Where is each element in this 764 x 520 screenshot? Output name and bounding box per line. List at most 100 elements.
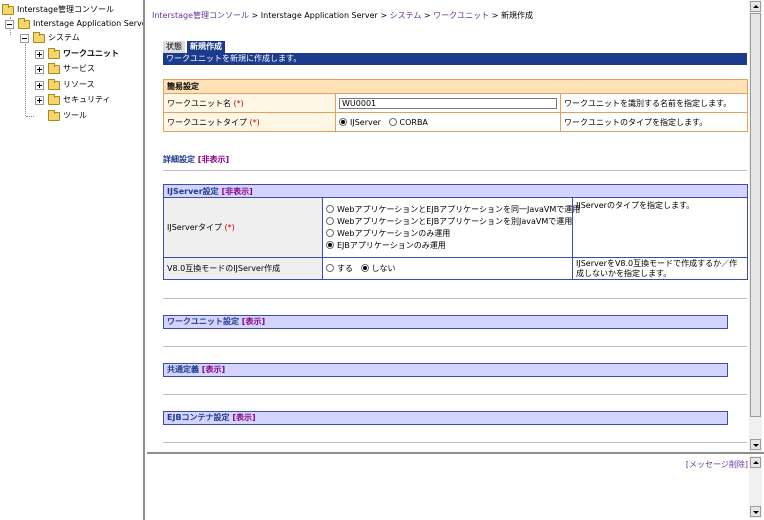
- radio-option-compat-yes[interactable]: する: [326, 264, 353, 273]
- tree-root-label: Interstage管理コンソール: [17, 5, 114, 14]
- expand-plus-icon[interactable]: [35, 81, 44, 90]
- clear-messages-link[interactable]: [メッセージ削除]: [686, 459, 748, 470]
- workunit-type-desc: ワークユニットのタイプを指定します。: [560, 112, 748, 132]
- folder-icon: [48, 110, 60, 121]
- radio-icon[interactable]: [326, 228, 334, 237]
- simple-settings-table: 簡易設定 ワークユニット名 (*) WU0001 ワークユニットを識別する名前を…: [163, 79, 748, 132]
- section-toggle[interactable]: [表示]: [232, 413, 255, 422]
- breadcrumb: Interstage管理コンソール > Interstage Applicati…: [152, 10, 533, 21]
- section-title: 共通定義: [167, 365, 199, 374]
- ijserver-settings-table: IJServer設定 [非表示] IJServerタイプ (*) Webアプリケ…: [162, 184, 749, 280]
- breadcrumb-separator: >: [377, 11, 390, 20]
- radio-icon[interactable]: [339, 117, 347, 126]
- message-scrollbar[interactable]: [749, 456, 762, 518]
- compat-mode-label: V8.0互換モードのIJServer作成: [163, 257, 323, 280]
- divider: [163, 394, 747, 395]
- required-mark: (*): [249, 117, 260, 127]
- divider: [163, 346, 747, 347]
- radio-icon[interactable]: [326, 264, 334, 272]
- scroll-down-arrow-icon[interactable]: [750, 506, 761, 517]
- radio-option-separate-jvm[interactable]: WebアプリケーションとEJBアプリケーションを別JavaVMで運用: [326, 216, 573, 228]
- app-window: Interstage管理コンソール Interstage Application…: [0, 0, 764, 520]
- workunit-type-label: ワークユニットタイプ: [167, 117, 247, 127]
- workunit-type-options: IJServer CORBA: [335, 112, 561, 132]
- ijserver-settings-header: IJServer設定 [非表示]: [162, 184, 749, 198]
- radio-option-compat-no[interactable]: しない: [360, 264, 396, 273]
- section-toggle[interactable]: [表示]: [202, 365, 225, 374]
- breadcrumb-current: 新規作成: [500, 11, 533, 20]
- ijserver-settings-toggle[interactable]: [非表示]: [221, 187, 252, 196]
- breadcrumb-link-console[interactable]: Interstage管理コンソール: [152, 11, 249, 20]
- breadcrumb-link-workunit[interactable]: ワークユニット: [433, 11, 489, 20]
- ijserver-settings-title: IJServer設定: [167, 186, 219, 196]
- radio-icon[interactable]: [326, 240, 334, 249]
- radio-option-web-only[interactable]: Webアプリケーションのみ運用: [326, 228, 569, 240]
- scroll-down-arrow-icon[interactable]: [750, 439, 761, 450]
- radio-icon[interactable]: [360, 264, 369, 272]
- radio-label: IJServer: [350, 117, 381, 127]
- radio-option-corba[interactable]: CORBA: [388, 117, 428, 127]
- section-toggle[interactable]: [表示]: [242, 317, 265, 326]
- collapse-minus-icon[interactable]: [5, 20, 14, 29]
- folder-icon: [18, 18, 30, 29]
- divider: [163, 298, 747, 299]
- main-scrollbar[interactable]: [749, 0, 762, 452]
- tab-create[interactable]: 新規作成: [187, 41, 225, 53]
- collapse-minus-icon[interactable]: [20, 34, 29, 43]
- expand-plus-icon[interactable]: [35, 65, 44, 74]
- divider: [163, 442, 747, 443]
- tree-connector: [25, 44, 26, 116]
- radio-icon[interactable]: [326, 216, 334, 225]
- radio-label: EJBアプリケーションのみ運用: [337, 240, 446, 250]
- radio-label: WebアプリケーションとEJBアプリケーションを別JavaVMで運用: [337, 216, 573, 226]
- breadcrumb-link-system[interactable]: システム: [390, 11, 422, 20]
- radio-icon[interactable]: [388, 117, 397, 126]
- breadcrumb-separator: >: [489, 11, 501, 20]
- tab-strip: 状態 新規作成: [163, 41, 227, 53]
- detail-settings-label: 詳細設定: [163, 155, 195, 164]
- ijserver-type-label: IJServerタイプ: [167, 223, 222, 232]
- required-mark: (*): [224, 223, 235, 232]
- tree-item-label: ツール: [63, 111, 87, 120]
- required-mark: (*): [233, 98, 244, 108]
- radio-label: Webアプリケーションのみ運用: [337, 228, 451, 238]
- simple-settings-title: 簡易設定: [163, 79, 748, 94]
- divider: [163, 170, 747, 171]
- radio-label: する: [337, 264, 353, 273]
- workunit-name-input[interactable]: WU0001: [339, 97, 557, 109]
- workunit-name-input-cell: WU0001: [335, 93, 561, 113]
- folder-icon: [48, 63, 60, 74]
- workunit-settings-section: ワークユニット設定 [表示]: [163, 315, 728, 329]
- breadcrumb-server: Interstage Application Server: [260, 11, 378, 20]
- tab-status[interactable]: 状態: [163, 41, 185, 53]
- tree-server-label: Interstage Application Server: [33, 19, 145, 28]
- radio-option-same-jvm[interactable]: WebアプリケーションとEJBアプリケーションを同一JavaVMで運用: [326, 204, 580, 216]
- ijserver-type-options: WebアプリケーションとEJBアプリケーションを同一JavaVMで運用 Webア…: [322, 197, 580, 258]
- scroll-up-arrow-icon[interactable]: [750, 457, 761, 468]
- radio-option-ijserver[interactable]: IJServer: [339, 117, 381, 127]
- workunit-name-desc: ワークユニットを識別する名前を指定します。: [560, 93, 748, 113]
- scroll-up-arrow-icon[interactable]: [750, 1, 761, 12]
- scrollbar-thumb[interactable]: [750, 13, 761, 417]
- tree-item-label: ワークユニット: [63, 49, 119, 58]
- ejb-container-settings-section: EJBコンテナ設定 [表示]: [163, 411, 728, 425]
- section-title: EJBコンテナ設定: [167, 413, 230, 422]
- expand-plus-icon[interactable]: [35, 50, 44, 59]
- folder-icon: [48, 79, 60, 90]
- tree-system-label: システム: [48, 33, 80, 42]
- common-definitions-section: 共通定義 [表示]: [163, 363, 728, 377]
- radio-label: WebアプリケーションとEJBアプリケーションを同一JavaVMで運用: [337, 204, 581, 214]
- radio-icon[interactable]: [326, 204, 334, 213]
- main-content: Interstage管理コンソール > Interstage Applicati…: [147, 0, 764, 452]
- folder-icon: [48, 48, 60, 59]
- radio-label: CORBA: [399, 117, 428, 127]
- navigation-tree: Interstage管理コンソール Interstage Application…: [0, 0, 145, 520]
- detail-settings-toggle[interactable]: [非表示]: [198, 155, 229, 164]
- tree-item-label: セキュリティ: [63, 95, 111, 104]
- workunit-name-label: ワークユニット名: [167, 98, 231, 108]
- workunit-name-label-cell: ワークユニット名 (*): [163, 93, 336, 113]
- compat-mode-desc: IJServerをV8.0互換モードで作成するか／作成しないかを指定します。: [571, 257, 749, 280]
- ijserver-type-label-cell: IJServerタイプ (*): [163, 197, 323, 258]
- radio-option-ejb-only[interactable]: EJBアプリケーションのみ運用: [326, 240, 569, 252]
- expand-plus-icon[interactable]: [35, 96, 44, 105]
